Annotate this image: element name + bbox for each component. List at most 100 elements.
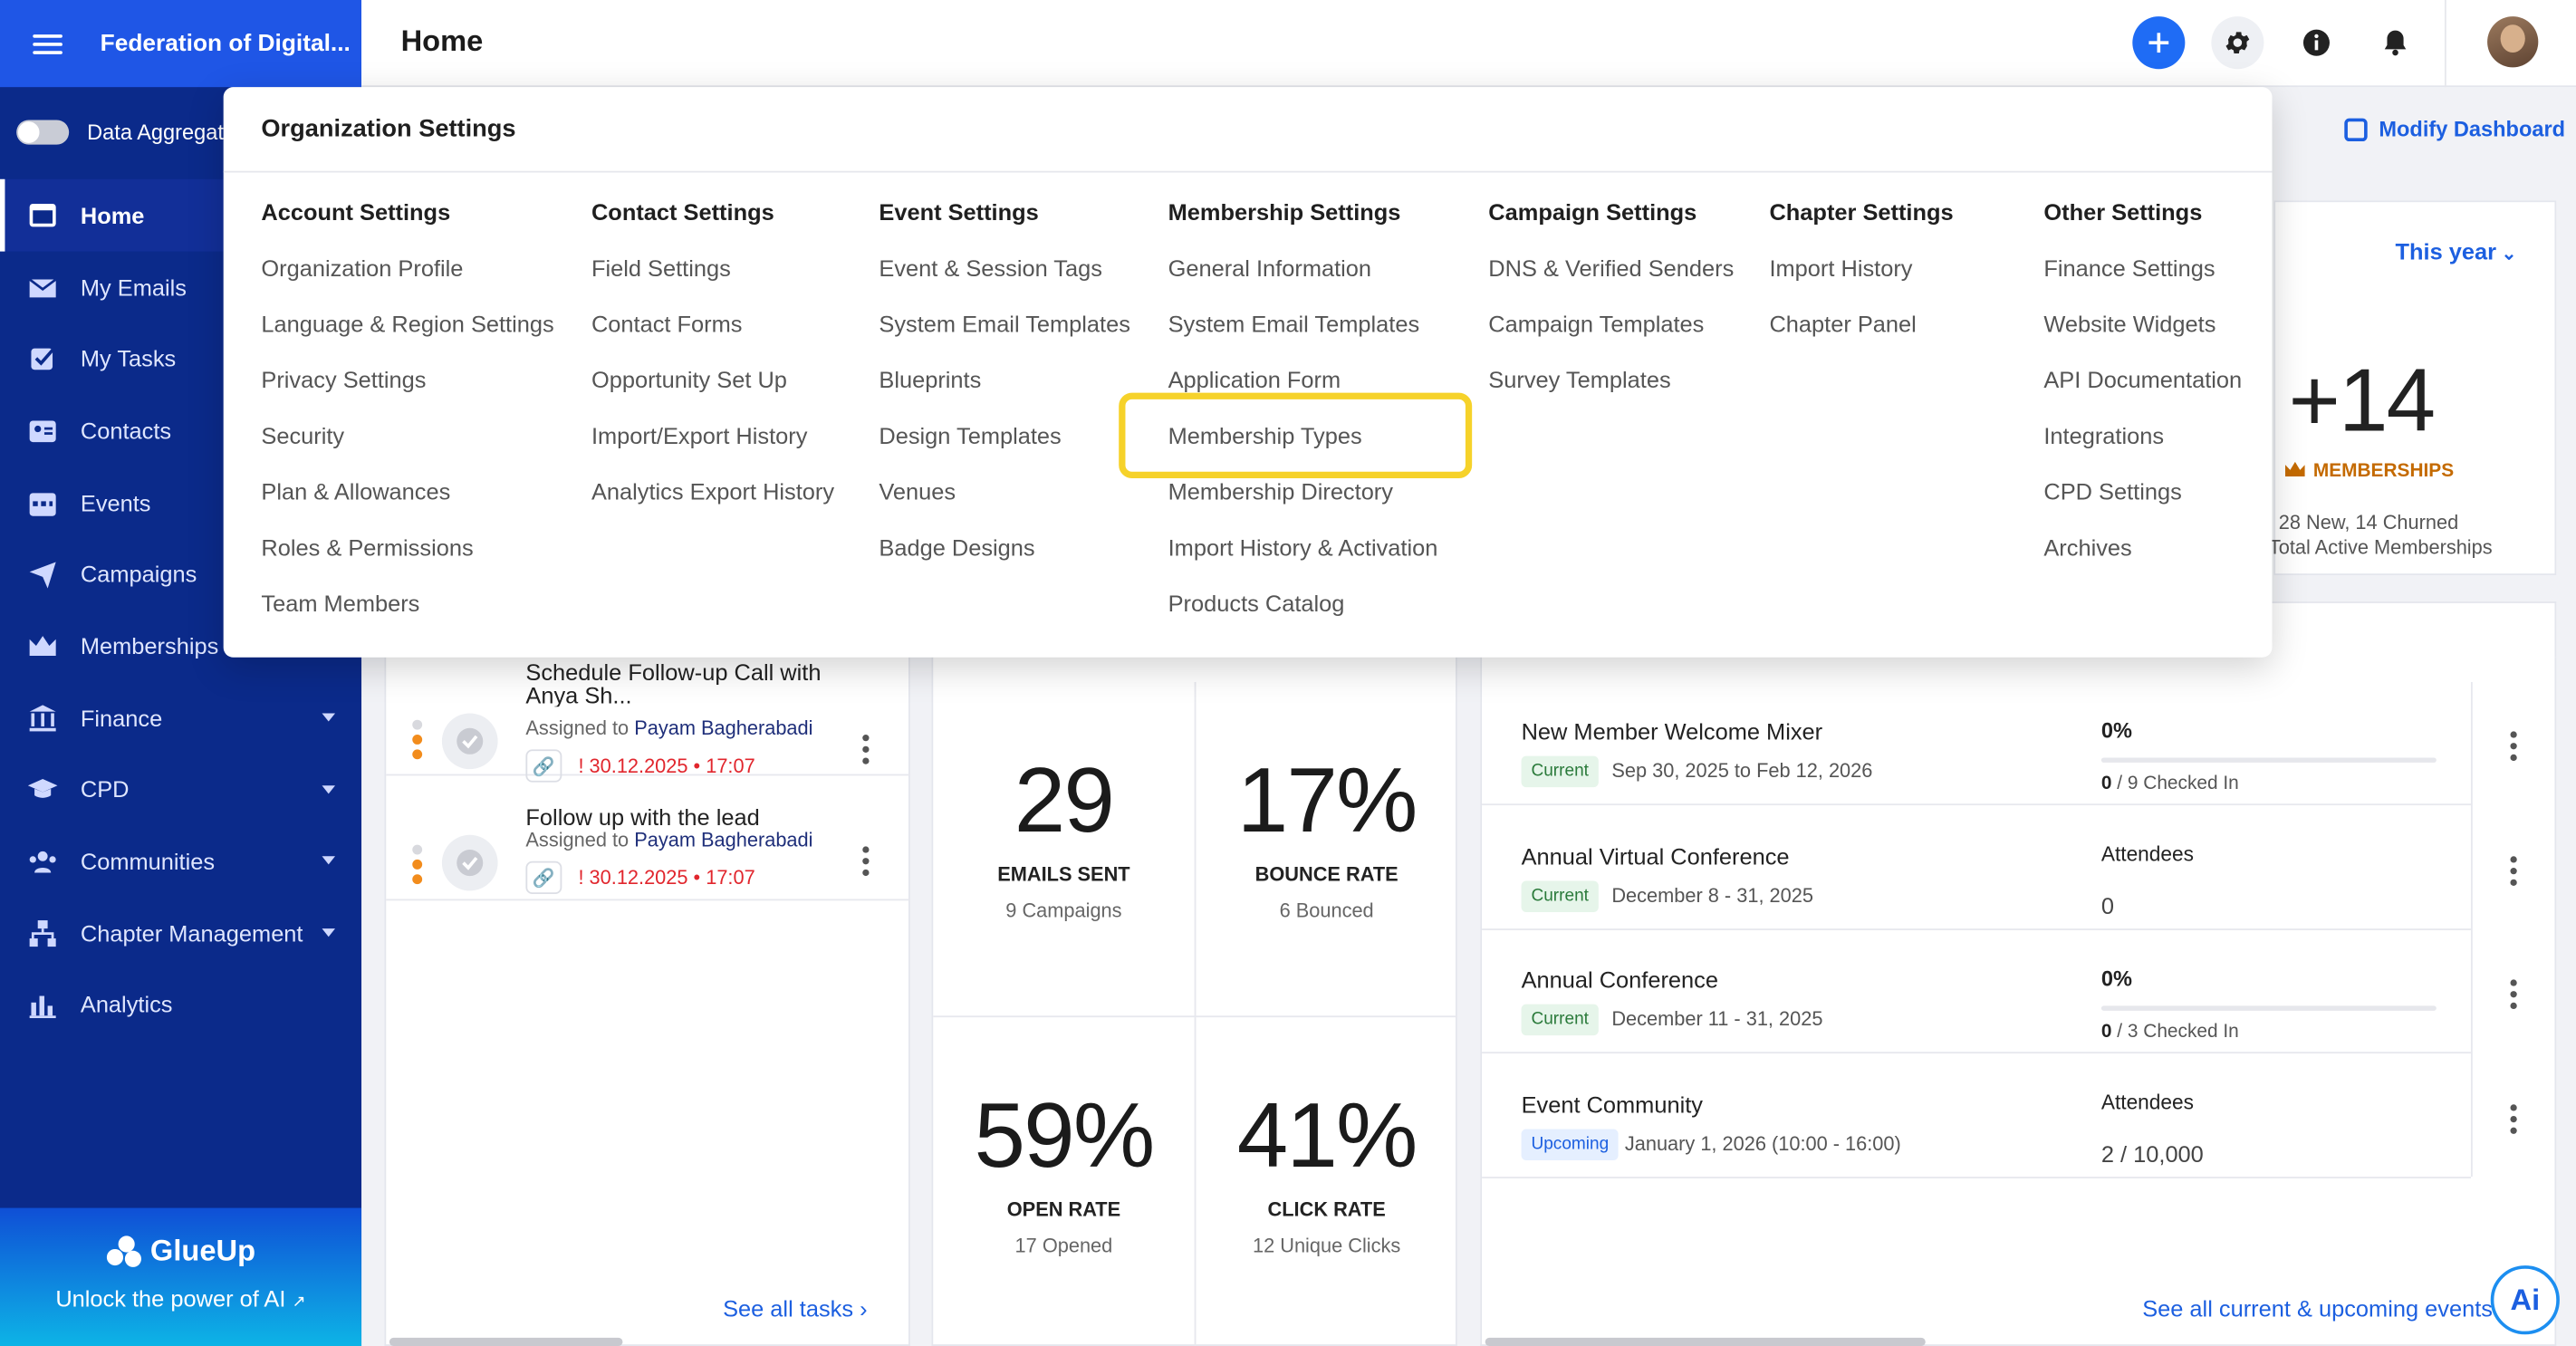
settings-link-finance-settings[interactable]: Finance Settings [2043, 255, 2242, 311]
horizontal-scrollbar[interactable] [389, 1337, 623, 1346]
sidebar-item-chapter-management[interactable]: Chapter Management [0, 897, 361, 968]
settings-link-opportunity-set-up[interactable]: Opportunity Set Up [591, 367, 834, 423]
settings-link-language-region-settings[interactable]: Language & Region Settings [261, 311, 553, 367]
task-assignment: Assigned to Payam Bagherabadi [525, 716, 812, 739]
settings-link-cpd-settings[interactable]: CPD Settings [2043, 478, 2242, 534]
settings-link-import-history-activation[interactable]: Import History & Activation [1168, 534, 1438, 591]
tasks-icon [26, 344, 59, 374]
settings-column-account-settings: Account Settings Organization Profile Lang… [261, 199, 553, 647]
event-row[interactable]: Annual Conference Current December 11 - 31… [1482, 930, 2471, 1054]
ai-assistant-button[interactable]: Ai [2490, 1265, 2560, 1335]
complete-task-checkbox[interactable] [441, 834, 498, 891]
event-title[interactable]: Annual Virtual Conference [1522, 842, 1790, 869]
org-chart-icon [26, 918, 59, 948]
see-all-events-link[interactable]: See all current & upcoming events [2142, 1295, 2493, 1322]
settings-link-chapter-panel[interactable]: Chapter Panel [1769, 311, 1953, 367]
settings-link-venues[interactable]: Venues [879, 478, 1130, 534]
data-aggregation-toggle[interactable] [16, 120, 70, 145]
stat-tile[interactable]: 41% CLICK RATE 12 Unique Clicks [1196, 1017, 1456, 1346]
settings-link-import-export-history[interactable]: Import/Export History [591, 422, 834, 478]
settings-link-integrations[interactable]: Integrations [2043, 422, 2242, 478]
stat-tile[interactable]: 17% BOUNCE RATE 6 Bounced [1196, 682, 1456, 1015]
period-dropdown[interactable]: This year ⌄ [2396, 238, 2517, 264]
settings-column-other-settings: Other Settings Finance Settings Website Wi… [2043, 199, 2242, 591]
task-title[interactable]: Follow up with the lead [525, 805, 838, 828]
link-icon[interactable]: 🔗 [525, 860, 562, 895]
settings-link-campaign-templates[interactable]: Campaign Templates [1488, 311, 1734, 367]
settings-link-dns-verified-senders[interactable]: DNS & Verified Senders [1488, 255, 1734, 311]
bar-chart-icon [26, 990, 59, 1020]
more-options-icon[interactable] [2510, 731, 2517, 765]
task-item[interactable]: Follow up with the lead Assigned to Payam… [386, 779, 910, 901]
modify-dashboard-button[interactable]: Modify Dashboard [2344, 117, 2565, 141]
settings-link-blueprints[interactable]: Blueprints [879, 367, 1130, 423]
assigned-prefix: Assigned to [525, 828, 630, 851]
horizontal-scrollbar[interactable] [1485, 1337, 1926, 1346]
settings-link-survey-templates[interactable]: Survey Templates [1488, 367, 1734, 423]
more-options-icon[interactable] [2510, 855, 2517, 889]
more-options-icon[interactable] [2510, 979, 2517, 1014]
org-header[interactable]: Federation of Digital... [0, 0, 362, 88]
settings-link-membership-directory[interactable]: Membership Directory [1168, 478, 1438, 534]
settings-link-general-information[interactable]: General Information [1168, 255, 1438, 311]
notifications-button[interactable] [2369, 16, 2421, 69]
settings-link-design-templates[interactable]: Design Templates [879, 422, 1130, 478]
link-icon[interactable]: 🔗 [525, 749, 562, 783]
sidebar-item-analytics[interactable]: Analytics [0, 969, 361, 1041]
settings-link-contact-forms[interactable]: Contact Forms [591, 311, 834, 367]
more-options-icon[interactable] [862, 735, 870, 769]
settings-button[interactable] [2211, 16, 2264, 70]
task-item[interactable]: Schedule Follow-up Call with Anya Sh... A… [386, 654, 910, 783]
event-title[interactable]: New Member Welcome Mixer [1522, 718, 1823, 745]
checkin-progress-bar [2100, 1005, 2437, 1011]
task-title[interactable]: Schedule Follow-up Call with Anya Sh... [525, 660, 838, 707]
attendees-value: 0 [2100, 891, 2114, 918]
settings-link-badge-designs[interactable]: Badge Designs [879, 534, 1130, 591]
settings-link-event-session-tags[interactable]: Event & Session Tags [879, 255, 1130, 311]
caret-down-icon [322, 784, 336, 793]
settings-link-import-history[interactable]: Import History [1769, 255, 1953, 311]
sidebar-item-communities[interactable]: Communities [0, 825, 361, 897]
stat-tile[interactable]: 29 EMAILS SENT 9 Campaigns [933, 682, 1194, 1015]
settings-link-roles-permissions[interactable]: Roles & Permissions [261, 534, 553, 591]
settings-link-archives[interactable]: Archives [2043, 534, 2242, 591]
org-name[interactable]: Federation of Digital... [101, 31, 351, 57]
event-row[interactable]: Event Community Upcoming January 1, 2026 (… [1482, 1054, 2471, 1178]
settings-link-plan-allowances[interactable]: Plan & Allowances [261, 478, 553, 534]
ai-promo[interactable]: GlueUp Unlock the power of AI ↗ [0, 1207, 362, 1346]
settings-link-team-members[interactable]: Team Members [261, 590, 553, 646]
complete-task-checkbox[interactable] [441, 713, 498, 770]
hamburger-menu-icon[interactable] [30, 31, 66, 57]
event-row[interactable]: Annual Virtual Conference Current December… [1482, 806, 2471, 930]
settings-link-api-documentation[interactable]: API Documentation [2043, 367, 2242, 423]
stat-tile[interactable]: 59% OPEN RATE 17 Opened [933, 1017, 1194, 1346]
event-title[interactable]: Event Community [1522, 1091, 1703, 1117]
settings-link-privacy-settings[interactable]: Privacy Settings [261, 367, 553, 423]
sidebar-item-label: Memberships [80, 632, 219, 659]
settings-link-system-email-templates[interactable]: System Email Templates [879, 311, 1130, 367]
event-title[interactable]: Annual Conference [1522, 966, 1718, 993]
task-assignee[interactable]: Payam Bagherabadi [634, 828, 812, 851]
unlock-ai-link[interactable]: Unlock the power of AI ↗ [0, 1285, 361, 1312]
sidebar-item-cpd[interactable]: CPD [0, 754, 361, 825]
user-avatar[interactable] [2487, 16, 2539, 68]
add-button[interactable] [2132, 16, 2186, 70]
settings-link-system-email-templates[interactable]: System Email Templates [1168, 311, 1438, 367]
task-assignee[interactable]: Payam Bagherabadi [634, 716, 812, 739]
settings-column-title: Other Settings [2043, 198, 2203, 226]
settings-link-website-widgets[interactable]: Website Widgets [2043, 311, 2242, 367]
settings-link-organization-profile[interactable]: Organization Profile [261, 255, 553, 311]
stat-sub: 12 Unique Clicks [1252, 1234, 1401, 1258]
settings-link-security[interactable]: Security [261, 422, 553, 478]
sidebar-item-label: Communities [80, 848, 216, 875]
sidebar-item-finance[interactable]: Finance [0, 682, 361, 754]
event-row[interactable]: New Member Welcome Mixer Current Sep 30, 2… [1482, 682, 2471, 806]
settings-link-analytics-export-history[interactable]: Analytics Export History [591, 478, 834, 534]
settings-link-field-settings[interactable]: Field Settings [591, 255, 834, 311]
see-all-tasks-link[interactable]: See all tasks › [723, 1295, 868, 1322]
info-button[interactable] [2290, 16, 2342, 69]
more-options-icon[interactable] [2510, 1103, 2517, 1138]
more-options-icon[interactable] [862, 846, 870, 880]
settings-link-products-catalog[interactable]: Products Catalog [1168, 590, 1438, 646]
settings-column-contact-settings: Contact Settings Field Settings Contact Fo… [591, 199, 834, 534]
